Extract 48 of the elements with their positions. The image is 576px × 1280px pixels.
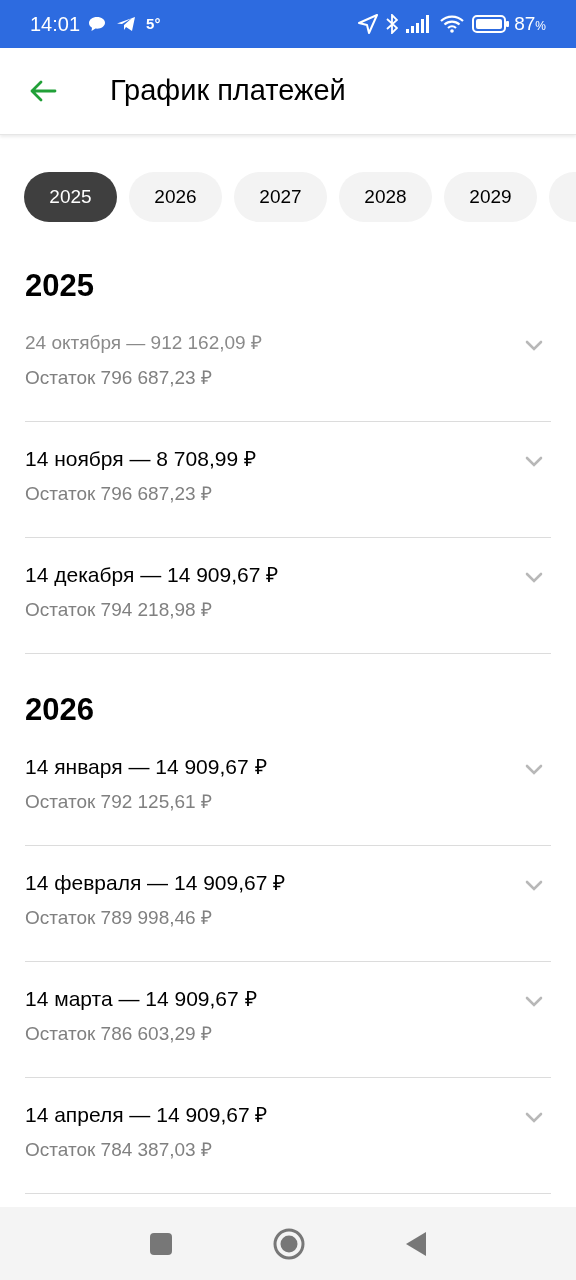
payment-row[interactable]: 24 октября — 912 162,09 ₽ Остаток 796 687,23 ₽ bbox=[25, 306, 551, 422]
payment-balance: Остаток 792 125,61 ₽ bbox=[25, 790, 213, 814]
chat-bubble-icon bbox=[88, 16, 107, 32]
battery-icon bbox=[472, 15, 511, 33]
year-tab[interactable]: 2028 bbox=[339, 172, 432, 222]
status-time: 14:01 bbox=[30, 12, 81, 37]
year-tab[interactable]: 2025 bbox=[24, 172, 117, 222]
home-circle-icon[interactable] bbox=[273, 1227, 305, 1260]
status-temperature: 5° bbox=[146, 13, 161, 34]
payment-title: 14 марта — 14 909,67 ₽ bbox=[25, 986, 258, 1012]
chevron-down-icon[interactable] bbox=[525, 1112, 543, 1123]
chevron-down-icon[interactable] bbox=[525, 996, 543, 1007]
year-heading: 2025 bbox=[25, 267, 95, 305]
payment-balance: Остаток 786 603,29 ₽ bbox=[25, 1022, 213, 1046]
year-heading: 2026 bbox=[25, 691, 95, 729]
year-tab[interactable]: 2027 bbox=[234, 172, 327, 222]
wifi-icon bbox=[440, 15, 465, 33]
payment-balance: Остаток 796 687,23 ₽ bbox=[25, 482, 213, 506]
back-triangle-icon[interactable] bbox=[405, 1230, 427, 1257]
location-arrow-icon bbox=[358, 14, 379, 34]
payment-row[interactable]: 14 января — 14 909,67 ₽ Остаток 792 125,61 ₽ bbox=[25, 730, 551, 846]
chevron-down-icon[interactable] bbox=[525, 456, 543, 467]
payment-row[interactable]: 14 апреля — 14 909,67 ₽ Остаток 784 387,03 ₽ bbox=[25, 1078, 551, 1194]
payment-title: 24 октября — 912 162,09 ₽ bbox=[25, 331, 263, 355]
payment-balance: Остаток 796 687,23 ₽ bbox=[25, 366, 213, 390]
payment-row[interactable]: 14 марта — 14 909,67 ₽ Остаток 786 603,29 ₽ bbox=[25, 962, 551, 1078]
payment-title: 14 декабря — 14 909,67 ₽ bbox=[25, 562, 280, 588]
payment-row[interactable]: 14 ноября — 8 708,99 ₽ Остаток 796 687,23 ₽ bbox=[25, 422, 551, 538]
chevron-down-icon[interactable] bbox=[525, 880, 543, 891]
chevron-down-icon[interactable] bbox=[525, 764, 543, 775]
payment-balance: Остаток 789 998,46 ₽ bbox=[25, 906, 213, 930]
square-icon[interactable] bbox=[149, 1231, 173, 1256]
page-title: График платежей bbox=[110, 73, 346, 109]
payment-title: 14 апреля — 14 909,67 ₽ bbox=[25, 1102, 269, 1128]
bluetooth-icon bbox=[386, 14, 399, 34]
year-tab[interactable]: 2029 bbox=[444, 172, 537, 222]
payment-title: 14 февраля — 14 909,67 ₽ bbox=[25, 870, 287, 896]
payment-row[interactable]: 14 февраля — 14 909,67 ₽ Остаток 789 998,46 ₽ bbox=[25, 846, 551, 962]
payment-balance: Остаток 794 218,98 ₽ bbox=[25, 598, 213, 622]
battery-percent: 87% bbox=[514, 11, 546, 36]
year-tab[interactable]: 2026 bbox=[129, 172, 222, 222]
payment-title: 14 ноября — 8 708,99 ₽ bbox=[25, 446, 257, 472]
chevron-down-icon[interactable] bbox=[525, 572, 543, 583]
payment-title: 14 января — 14 909,67 ₽ bbox=[25, 754, 268, 780]
paper-plane-icon bbox=[116, 16, 137, 32]
payment-row[interactable]: 14 декабря — 14 909,67 ₽ Остаток 794 218,98 ₽ bbox=[25, 538, 551, 654]
chevron-down-icon[interactable] bbox=[525, 340, 543, 351]
payment-balance: Остаток 784 387,03 ₽ bbox=[25, 1138, 213, 1162]
